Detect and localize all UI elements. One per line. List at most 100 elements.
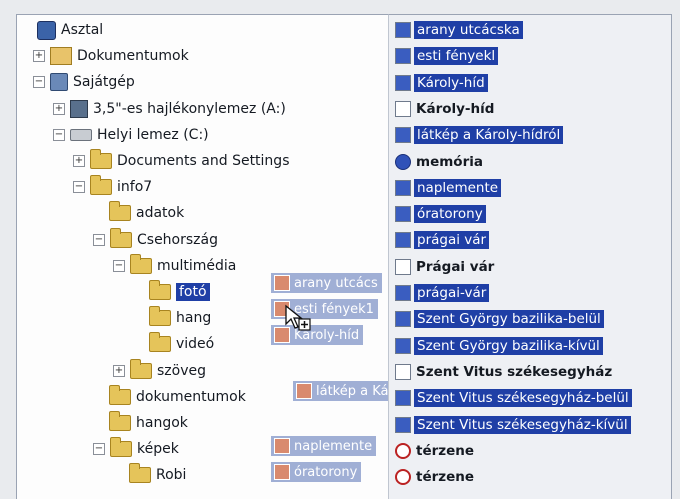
file-item[interactable]: látkép a Károly-hídról [395,124,564,146]
collapse-button[interactable]: − [53,128,65,141]
image-file-icon [395,127,411,144]
tree-item-label: videó [176,336,215,353]
expand-button[interactable]: + [113,364,125,377]
file-item[interactable]: óratorony [395,203,486,225]
image-file-icon [395,22,411,38]
image-file-icon [395,390,411,407]
file-item[interactable]: Szent Vitus székesegyház [395,361,614,383]
tree-item-label: Helyi lemez (C:) [97,126,209,143]
drag-ghost-label: óratorony [294,464,358,480]
tree-item[interactable]: − Helyi lemez (C:) [53,124,209,146]
tree-item-label: fotó [176,283,210,301]
tree-item-label: Robi [156,467,187,484]
file-item[interactable]: Szent Vitus székesegyház-belül [395,387,632,409]
file-item[interactable]: Szent Vitus székesegyház-kívül [395,414,631,436]
tree-item[interactable]: + Dokumentumok [33,45,189,67]
image-file-icon [395,206,411,223]
image-file-icon [395,311,411,328]
image-file-icon [395,74,411,91]
tree-item-label: 3,5"-es hajlékonylemez (A:) [93,100,286,117]
file-item-label: térzene [416,442,475,459]
tree-item[interactable]: − Csehország [93,227,218,251]
image-file-icon [395,416,411,433]
drag-ghost-label: arany utcács [294,275,378,291]
move-cursor-icon [285,304,311,331]
tree-item-label: Documents and Settings [117,153,290,169]
tree-item[interactable]: hangok [93,411,188,434]
file-item[interactable]: esti fényekl [395,45,499,67]
file-item-label: Károly-híd [416,100,495,117]
file-item[interactable]: térzene [395,466,476,488]
image-file-icon [274,275,290,291]
document-file-icon [395,258,411,275]
drag-ghost-label: naplemente [294,438,373,454]
file-item-label: arany utcácska [414,21,523,39]
collapse-button[interactable]: − [113,259,125,272]
tree-item[interactable]: videó [133,332,215,355]
file-item[interactable]: térzene [395,440,476,462]
drag-ghost-item: óratorony [271,462,362,482]
file-item-label: Szent Vitus székesegyház-kívül [414,415,631,434]
tree-item[interactable]: + szöveg [113,358,206,382]
file-item-label: Szent Vitus székesegyház-belül [414,389,632,408]
tree-item[interactable]: − Sajátgép [33,71,135,93]
tree-item[interactable]: − multimédia [113,253,237,277]
expand-button[interactable]: + [73,155,85,167]
expand-button[interactable]: + [53,102,65,115]
folder-icon [149,306,171,327]
folder-tree-pane: Asztal + Dokumentumok − Sajátgép +3,5"-es haj… [16,14,389,499]
folder-icon [109,201,131,222]
tree-item[interactable]: dokumentumok [93,384,246,408]
tree-item[interactable]: + Documents and Settings [73,149,290,172]
file-item[interactable]: prágai vár [395,229,490,251]
tree-item[interactable]: adatok [93,201,185,224]
tree-item[interactable]: − info7 [73,175,152,198]
tree-item-label: hang [176,310,212,327]
folder-icon [90,149,112,169]
tree-item-label: multimédia [157,257,237,274]
file-item[interactable]: Szent György bazilika-kívül [395,335,603,357]
tree-item[interactable]: Asztal [21,19,103,41]
folder-icon [130,253,152,274]
tree-item-label: adatok [136,205,185,222]
image-file-icon [274,438,290,454]
document-file-icon [395,100,411,117]
web-file-icon [395,442,411,459]
file-item[interactable]: naplemente [395,177,502,199]
sound-file-icon [395,153,411,170]
tree-item[interactable]: hang [133,306,212,329]
tree-item-label: Dokumentumok [77,48,189,65]
file-item[interactable]: Károly-híd [395,72,488,94]
file-item[interactable]: arany utcácska [395,19,523,41]
tree-item[interactable]: +3,5"-es hajlékonylemez (A:) [53,98,286,120]
file-item-label: prágai vár [414,231,490,250]
file-item[interactable]: memória [395,151,485,173]
file-item-label: Károly-híd [414,73,488,92]
image-file-icon [395,232,411,249]
expand-button[interactable]: + [33,50,45,63]
file-item-label: térzene [416,469,475,486]
file-item[interactable]: prágai-vár [395,282,490,304]
collapse-button[interactable]: − [33,76,45,89]
tree-item[interactable]: fotó [133,280,210,303]
file-item[interactable]: Szent György bazilika-belül [395,308,604,330]
folder-icon [109,384,131,405]
tree-item[interactable]: − képek [93,437,179,460]
tree-item-label: Csehország [137,231,218,248]
collapse-button[interactable]: − [73,181,85,194]
file-item-label: óratorony [414,205,486,224]
folder-icon [130,358,152,379]
file-item[interactable]: Prágai vár [395,256,496,278]
tree-item-label: hangok [136,415,188,431]
folder-icon [109,411,131,431]
file-item-label: Szent György bazilika-belül [414,310,604,329]
tree-item[interactable]: Robi [113,463,187,486]
file-item-label: Szent György bazilika-kívül [414,336,603,355]
tree-item-label: szöveg [157,362,206,379]
collapse-button[interactable]: − [93,233,105,246]
floppy-drive-icon [70,99,88,118]
collapse-button[interactable]: − [93,443,105,456]
file-item[interactable]: Károly-híd [395,98,496,120]
folder-icon [110,437,132,458]
folder-icon [149,280,171,300]
